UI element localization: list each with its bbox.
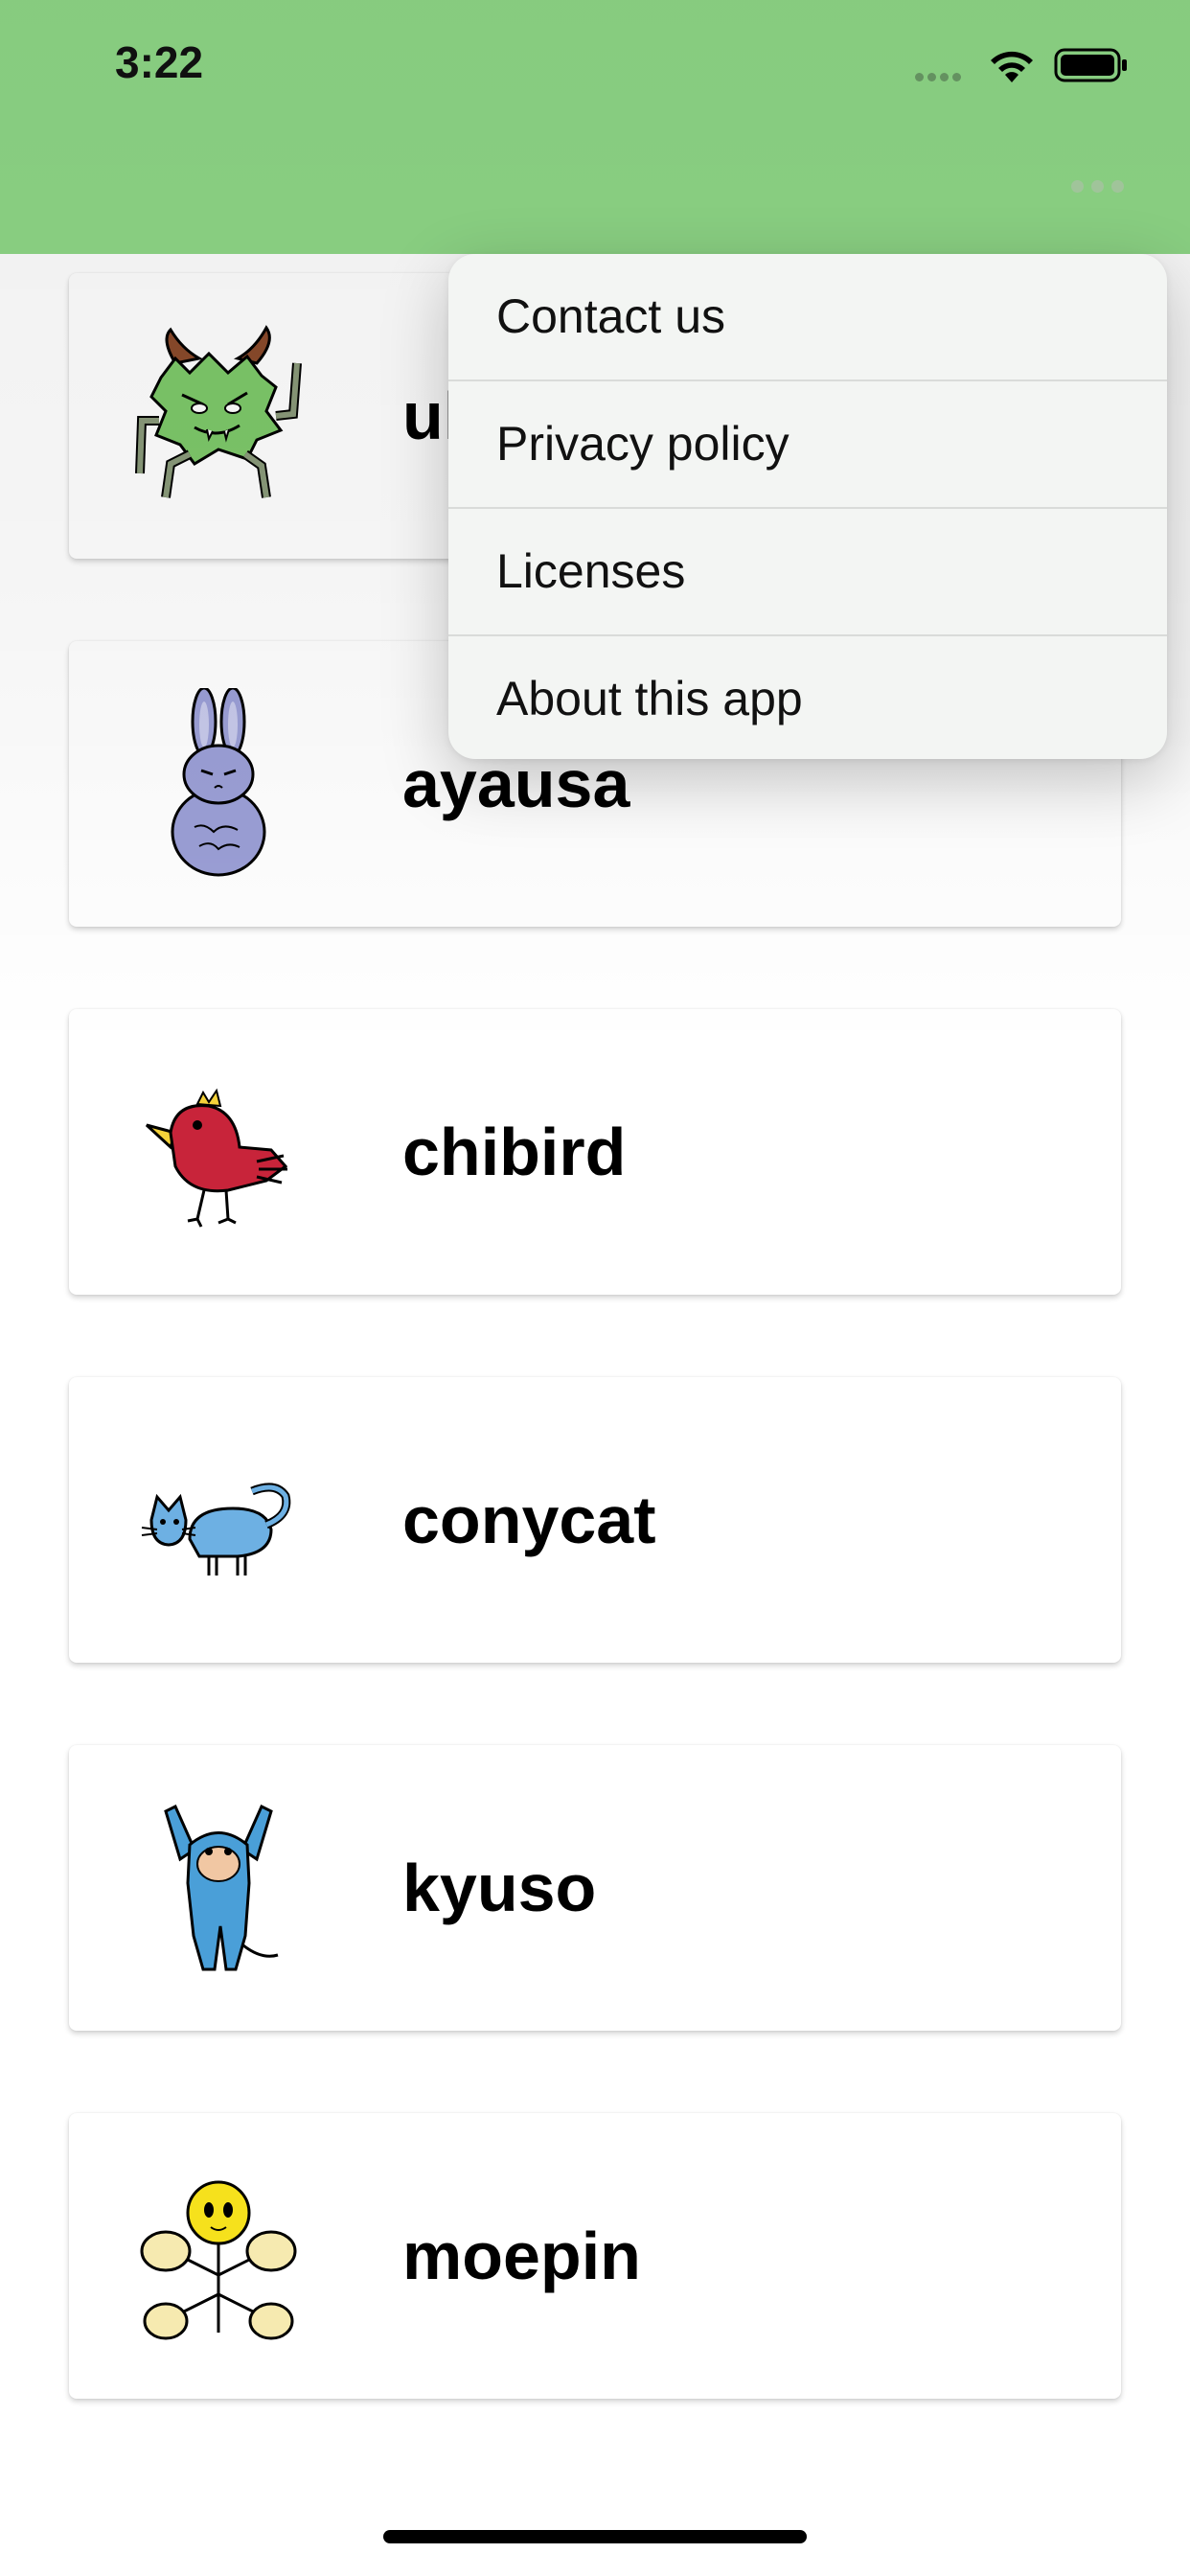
character-name: kyuso <box>402 1851 597 1925</box>
overflow-menu: Contact us Privacy policy Licenses About… <box>448 254 1167 759</box>
mouse-icon <box>164 1804 279 1971</box>
menu-item-privacy-policy[interactable]: Privacy policy <box>448 381 1167 509</box>
status-time: 3:22 <box>115 37 204 87</box>
character-card-conycat[interactable]: conycat <box>69 1377 1121 1663</box>
home-indicator[interactable] <box>383 2530 807 2543</box>
character-card-moepin[interactable]: moepin <box>69 2113 1121 2399</box>
app-header: 3:22 <box>0 0 1190 254</box>
flower-icon <box>140 2180 297 2340</box>
cat-icon <box>141 1483 291 1576</box>
battery-icon <box>1054 48 1127 82</box>
rabbit-icon <box>171 688 266 877</box>
character-name: moepin <box>402 2219 641 2293</box>
character-card-chibird[interactable]: chibird <box>69 1009 1121 1295</box>
more-icon[interactable] <box>1071 180 1132 197</box>
signal-icon <box>915 69 965 86</box>
character-name: conycat <box>402 1483 656 1557</box>
monster-icon <box>135 325 302 498</box>
character-name: chibird <box>402 1115 627 1189</box>
character-card-kyuso[interactable]: kyuso <box>69 1745 1121 2031</box>
bird-icon <box>145 1088 288 1228</box>
wifi-icon <box>991 51 1033 82</box>
menu-item-contact-us[interactable]: Contact us <box>448 254 1167 381</box>
menu-item-licenses[interactable]: Licenses <box>448 509 1167 636</box>
menu-item-about[interactable]: About this app <box>448 636 1167 759</box>
